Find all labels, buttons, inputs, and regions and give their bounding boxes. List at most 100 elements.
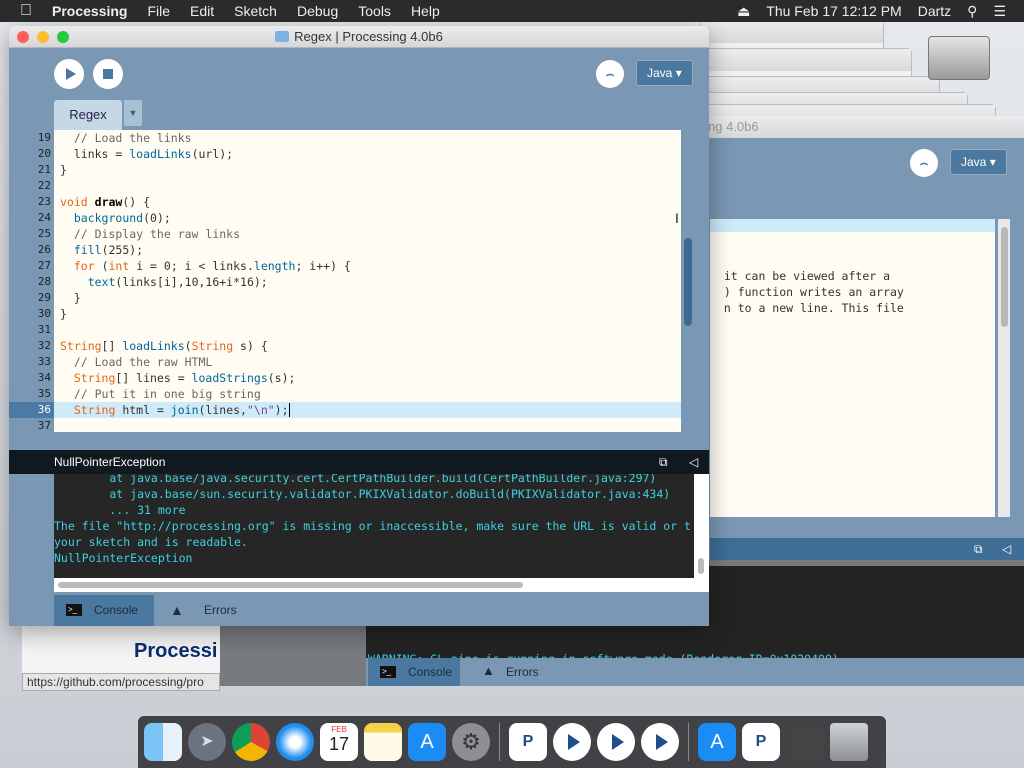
line-number: 24 — [37, 211, 51, 224]
app-store-download-icon[interactable]: A — [698, 723, 736, 761]
back-editor[interactable]: it can be viewed after a ) function writ… — [710, 219, 995, 517]
line-number: 37 — [37, 419, 51, 432]
chrome-icon[interactable] — [232, 723, 270, 761]
tab-console-label: Console — [94, 603, 139, 617]
app-store-icon[interactable]: A — [408, 723, 446, 761]
window-titlebar[interactable]: Regex | Processing 4.0b6 — [9, 26, 709, 48]
mode-selector[interactable]: Java ▾ — [636, 60, 693, 86]
mode-label: Java — [647, 66, 673, 80]
menu-file[interactable]: File — [147, 3, 170, 19]
browser-fragment: Processi — [22, 626, 220, 674]
copy-icon[interactable]: ⧉ — [974, 542, 983, 557]
scrollbar-thumb[interactable] — [684, 238, 692, 326]
line-number: 34 — [37, 371, 51, 384]
tab-console[interactable]: >_ Console — [368, 658, 460, 686]
collapse-icon[interactable]: ◁ — [689, 450, 698, 474]
line-number: 28 — [37, 275, 51, 288]
dock-separator — [688, 723, 689, 761]
mode-label: Java — [961, 155, 987, 169]
console-line: at java.base/sun.security.validator.PKIX… — [54, 487, 671, 501]
processing-download-icon[interactable]: P — [742, 723, 780, 761]
code-editor[interactable]: // Load the links links = loadLinks(url)… — [54, 130, 681, 432]
tab-console[interactable]: >_ Console — [54, 595, 154, 626]
clock[interactable]: Thu Feb 17 12:12 PM — [766, 3, 901, 19]
tab-errors[interactable]: ▲ Errors — [164, 595, 254, 626]
play-icon — [612, 734, 624, 750]
menu-debug[interactable]: Debug — [297, 3, 338, 19]
running-sketch-icon[interactable] — [597, 723, 635, 761]
calendar-icon[interactable]: FEB 17 — [320, 723, 358, 761]
calendar-day: 17 — [328, 734, 350, 754]
code-line: links = loadLinks(url); — [60, 147, 234, 161]
console-line: NullPointerException — [54, 551, 193, 565]
warning-icon: ▲ — [482, 663, 495, 678]
code-line: // Display the raw links — [60, 227, 241, 241]
finder-icon[interactable] — [144, 723, 182, 761]
trash-icon[interactable] — [830, 723, 868, 761]
apple-icon[interactable]: ︎ — [20, 2, 32, 20]
background-window — [700, 48, 912, 78]
bottom-tabs: >_ Console ▲ Errors — [9, 595, 709, 626]
debugger-icon[interactable]: ⌢ — [910, 149, 938, 177]
line-number: 35 — [37, 387, 51, 400]
console-line: ... 31 more — [54, 503, 186, 517]
warning-icon: ▲ — [170, 602, 184, 618]
code-line: // Put it in one big string — [60, 387, 261, 401]
code-line: for (int i = 0; i < links.length; i++) { — [73, 259, 351, 273]
scrollbar-thumb[interactable] — [58, 582, 523, 588]
line-number: 27 — [37, 259, 51, 272]
menu-processing[interactable]: Processing — [52, 3, 127, 19]
horizontal-scrollbar[interactable] — [54, 578, 694, 592]
collapse-icon[interactable]: ◁ — [1002, 542, 1011, 556]
menu-sketch[interactable]: Sketch — [234, 3, 277, 19]
running-sketch-icon[interactable] — [553, 723, 591, 761]
folder-icon — [275, 31, 290, 42]
minimize-button[interactable] — [37, 31, 49, 43]
user-name[interactable]: Dartz — [918, 3, 951, 19]
menu-help[interactable]: Help — [411, 3, 440, 19]
console-output[interactable]: at java.base/java.security.cert.CertPath… — [54, 474, 694, 578]
hard-drive-icon[interactable] — [928, 36, 990, 80]
launchpad-icon[interactable]: ➤ — [188, 723, 226, 761]
notification-center-icon[interactable]: ☰ — [993, 3, 1006, 20]
running-sketch-icon[interactable] — [641, 723, 679, 761]
tab-errors[interactable]: ▲ Errors — [478, 658, 558, 686]
scrollbar-thumb[interactable] — [698, 558, 704, 574]
zoom-button[interactable] — [57, 31, 69, 43]
system-preferences-icon[interactable]: ⚙ — [452, 723, 490, 761]
mode-selector[interactable]: Java ▾ — [950, 149, 1007, 175]
line-number: 20 — [37, 147, 51, 160]
line-number: 31 — [37, 323, 51, 336]
back-window-title: ng 4.0b6 — [698, 116, 1024, 138]
eject-icon[interactable]: ⏏ — [737, 3, 750, 20]
menu-edit[interactable]: Edit — [190, 3, 214, 19]
vertical-scrollbar[interactable] — [681, 130, 695, 432]
recent-items-icon[interactable] — [786, 723, 824, 761]
console-icon: >_ — [380, 666, 396, 678]
menu-tools[interactable]: Tools — [358, 3, 391, 19]
stop-icon — [103, 69, 113, 79]
tab-regex[interactable]: Regex — [54, 100, 122, 130]
code-line: // Load the raw HTML — [60, 355, 213, 369]
highlighted-line — [710, 219, 995, 232]
stop-button[interactable] — [93, 59, 123, 89]
play-icon — [66, 68, 76, 80]
processing-icon[interactable]: P — [509, 723, 547, 761]
console-line: The file "http://processing.org" is miss… — [54, 519, 691, 533]
console-line: at java.base/java.security.cert.CertPath… — [54, 474, 657, 485]
run-button[interactable] — [54, 59, 84, 89]
tab-menu-button[interactable]: ▼ — [124, 100, 142, 126]
notes-icon[interactable] — [364, 723, 402, 761]
debugger-icon[interactable]: ⌢ — [596, 60, 624, 88]
window-title: Regex | Processing 4.0b6 — [294, 29, 443, 44]
close-button[interactable] — [17, 31, 29, 43]
text-cursor-icon: I — [675, 210, 679, 226]
copy-icon[interactable]: ⧉ — [659, 450, 668, 474]
safari-icon[interactable] — [276, 723, 314, 761]
scrollbar-thumb[interactable] — [1001, 227, 1008, 327]
vertical-scrollbar[interactable] — [998, 219, 1010, 517]
code-line: void draw() { — [60, 195, 151, 209]
console-vscroll[interactable] — [694, 474, 709, 592]
spotlight-search-icon[interactable]: ⚲ — [967, 3, 977, 20]
tab-errors-label: Errors — [506, 665, 539, 679]
